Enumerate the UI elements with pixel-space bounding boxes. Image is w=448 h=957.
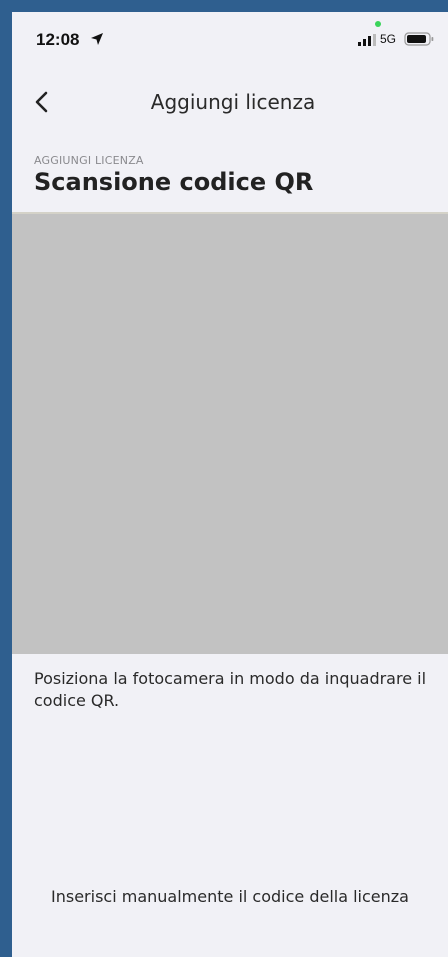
status-time: 12:08 (36, 30, 80, 49)
manual-entry-link[interactable]: Inserisci manualmente il codice della li… (12, 887, 448, 906)
navigation-bar: Aggiungi licenza (12, 74, 448, 130)
camera-viewfinder[interactable] (12, 214, 448, 654)
network-type: 5G (380, 32, 397, 46)
app-screen: 12:08 5G Aggiungi licenza AGGIUNGI LICEN… (12, 12, 448, 957)
signal-bars-icon (358, 34, 376, 46)
section-kicker: AGGIUNGI LICENZA (34, 154, 144, 167)
nav-title: Aggiungi licenza (150, 90, 316, 114)
page-title: Scansione codice QR (34, 168, 314, 196)
privacy-indicator-icon (375, 21, 381, 27)
scan-instructions: Posiziona la fotocamera in modo da inqua… (34, 669, 427, 710)
location-arrow-icon (91, 33, 103, 45)
battery-icon (404, 32, 434, 46)
status-bar: 12:08 5G (12, 12, 448, 72)
